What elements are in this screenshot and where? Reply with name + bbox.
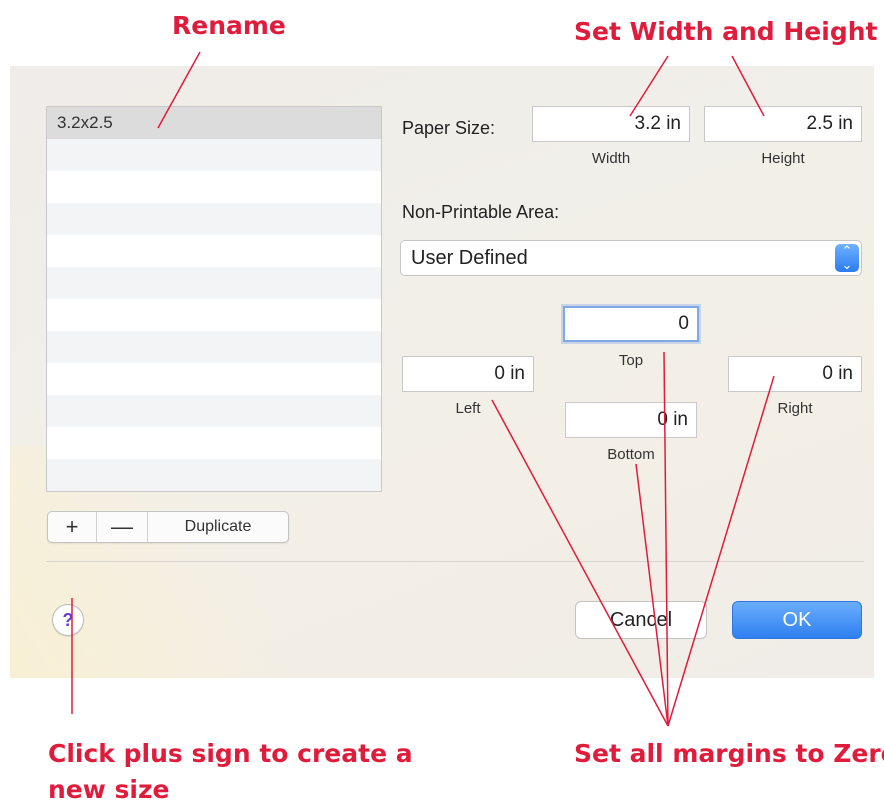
list-item[interactable]	[47, 331, 381, 363]
add-size-button[interactable]: +	[48, 512, 97, 542]
list-item[interactable]	[47, 235, 381, 267]
left-margin-input[interactable]: 0 in	[402, 356, 534, 392]
help-button[interactable]: ?	[52, 604, 84, 636]
left-label: Left	[455, 400, 481, 417]
list-item[interactable]	[47, 427, 381, 459]
separator	[46, 561, 864, 562]
top-margin-input[interactable]: 0	[563, 306, 699, 342]
list-controls: + — Duplicate	[47, 511, 289, 543]
paper-width-input[interactable]: 3.2 in	[532, 106, 690, 142]
list-item[interactable]	[47, 139, 381, 171]
list-item[interactable]	[47, 299, 381, 331]
right-margin-input[interactable]: 0 in	[728, 356, 862, 392]
non-printable-area-value: User Defined	[411, 247, 528, 269]
top-label: Top	[618, 352, 644, 369]
height-label: Height	[761, 150, 805, 167]
annotation-margins-zero: Set all margins to Zero	[574, 739, 884, 768]
ok-button[interactable]: OK	[732, 601, 862, 639]
bottom-label: Bottom	[607, 446, 655, 463]
paper-size-list[interactable]: 3.2x2.5	[46, 106, 382, 492]
list-item[interactable]	[47, 395, 381, 427]
non-printable-area-select[interactable]: User Defined ⌃ ⌄	[400, 240, 862, 276]
duplicate-button[interactable]: Duplicate	[148, 512, 288, 542]
select-stepper-icon: ⌃ ⌄	[835, 244, 859, 272]
list-item[interactable]	[47, 363, 381, 395]
list-item[interactable]	[47, 267, 381, 299]
list-item[interactable]	[47, 171, 381, 203]
list-item-selected[interactable]: 3.2x2.5	[47, 107, 381, 139]
annotation-set-width-height: Set Width and Height	[574, 17, 878, 46]
cancel-button[interactable]: Cancel	[575, 601, 707, 639]
list-item[interactable]	[47, 459, 381, 491]
remove-size-button[interactable]: —	[97, 512, 148, 542]
paper-height-input[interactable]: 2.5 in	[704, 106, 862, 142]
non-printable-area-label: Non-Printable Area:	[402, 202, 560, 222]
annotation-plus-sign: Click plus sign to create a new size	[48, 739, 413, 804]
list-item[interactable]	[47, 203, 381, 235]
annotation-rename: Rename	[172, 11, 286, 40]
paper-size-dialog: 3.2x2.5 + — Duplicate Paper Size: 3.2 in…	[10, 66, 874, 678]
right-label: Right	[777, 400, 813, 417]
bottom-margin-input[interactable]: 0 in	[565, 402, 697, 438]
width-label: Width	[591, 150, 631, 167]
paper-size-label: Paper Size:	[402, 118, 496, 138]
